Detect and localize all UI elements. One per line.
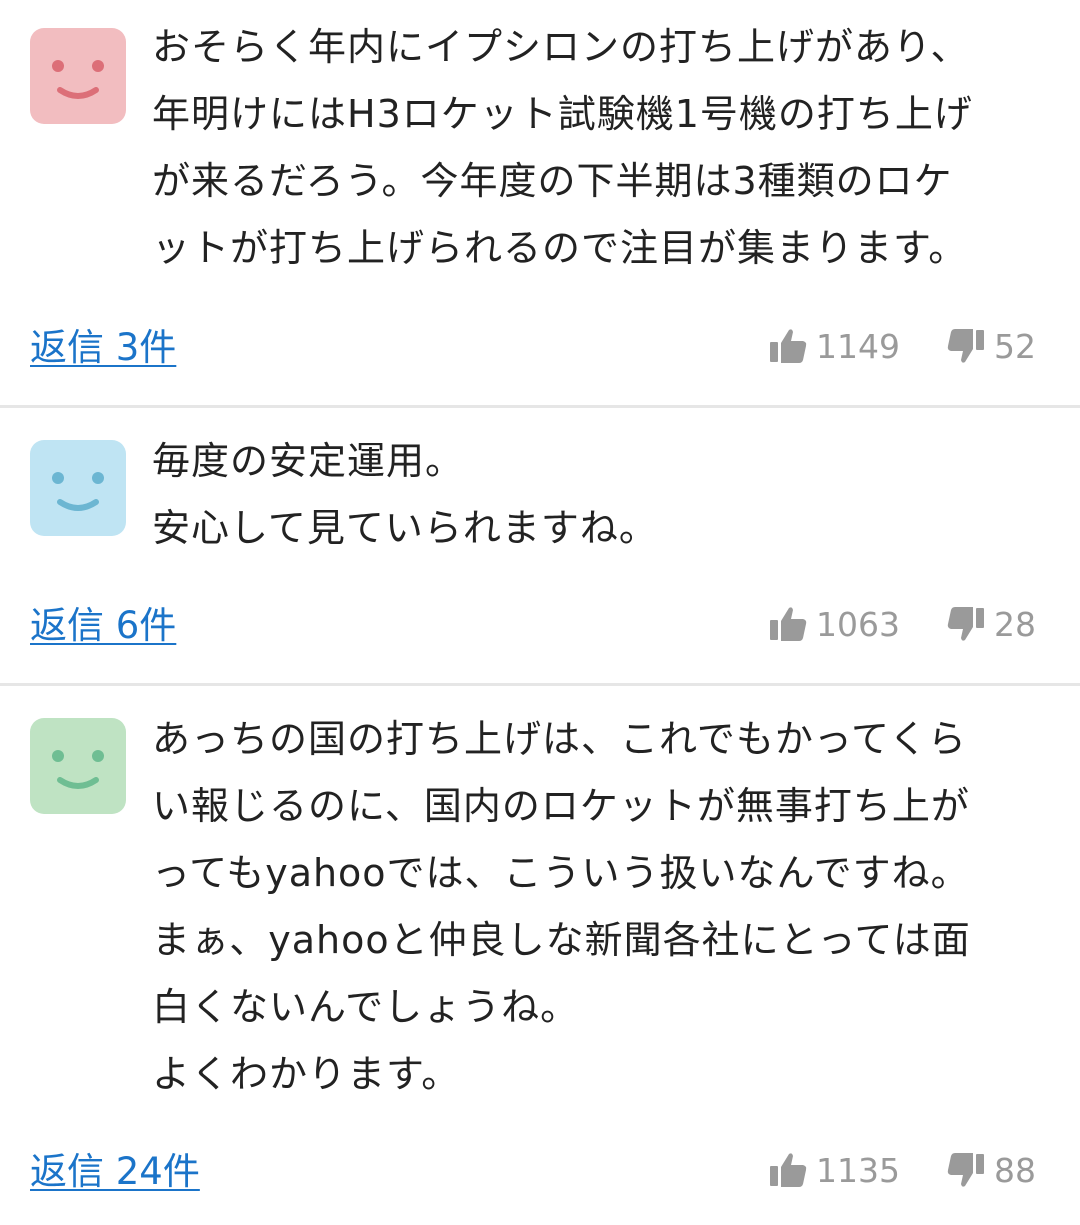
dislike-count: 28 <box>994 604 1036 644</box>
dislike-count: 52 <box>994 326 1036 366</box>
avatar[interactable] <box>30 718 126 814</box>
comment-line: い報じるのに、国内のロケットが無事打ち上が <box>152 784 970 828</box>
comment-line: 年明けにはH3ロケット試験機1号機の打ち上げ <box>152 92 973 136</box>
comment-line: ットが打ち上げられるので注目が集まります。 <box>152 226 968 270</box>
comment-item: あっちの国の打ち上げは、これでもかってくら い報じるのに、国内のロケットが無事打… <box>0 686 1080 1225</box>
comment-body: おそらく年内にイプシロンの打ち上げがあり、 年明けにはH3ロケット試験機1号機の… <box>152 14 1050 282</box>
avatar[interactable] <box>30 28 126 124</box>
comment-body: 毎度の安定運用。 安心して見ていられますね。 <box>152 428 1050 562</box>
comment-line: あっちの国の打ち上げは、これでもかってくら <box>152 717 967 761</box>
thumbs-down-icon <box>947 329 984 363</box>
like-button[interactable]: 1135 <box>768 1150 900 1190</box>
like-button[interactable]: 1063 <box>768 604 900 644</box>
comment-item: おそらく年内にイプシロンの打ち上げがあり、 年明けにはH3ロケット試験機1号機の… <box>0 0 1080 408</box>
dislike-button[interactable]: 52 <box>946 326 1036 366</box>
like-count: 1149 <box>816 326 900 366</box>
thumbs-up-icon <box>770 1153 807 1187</box>
dislike-button[interactable]: 88 <box>946 1150 1036 1190</box>
comment-line: おそらく年内にイプシロンの打ち上げがあり、 <box>152 25 970 69</box>
avatar[interactable] <box>30 440 126 536</box>
thumbs-up-icon <box>770 329 807 363</box>
like-count: 1063 <box>816 604 900 644</box>
comment-line: よくわかります。 <box>152 1052 461 1096</box>
comment-line: ってもyahooでは、こういう扱いなんですね。 <box>152 851 970 895</box>
dislike-button[interactable]: 28 <box>946 604 1036 644</box>
like-button[interactable]: 1149 <box>768 326 900 366</box>
reply-link[interactable]: 返信 6件 <box>30 604 176 648</box>
like-count: 1135 <box>816 1150 900 1190</box>
smiley-face-icon <box>52 60 104 99</box>
smiley-face-icon <box>52 750 104 789</box>
thumbs-up-icon <box>770 607 807 641</box>
reply-link[interactable]: 返信 24件 <box>30 1150 200 1194</box>
comment-line: 白くないんでしょうね。 <box>152 985 580 1029</box>
smiley-face-icon <box>52 472 104 511</box>
comment-line: 毎度の安定運用。 <box>152 439 465 483</box>
comment-item: 毎度の安定運用。 安心して見ていられますね。 返信 6件 1063 28 <box>0 408 1080 686</box>
comment-body: あっちの国の打ち上げは、これでもかってくら い報じるのに、国内のロケットが無事打… <box>152 706 1050 1108</box>
comment-line: 安心して見ていられますね。 <box>152 506 658 550</box>
comment-line: が来るだろう。今年度の下半期は3種類のロケ <box>152 159 953 203</box>
dislike-count: 88 <box>994 1150 1036 1190</box>
comment-line: まぁ、yahooと仲良しな新聞各社にとっては面 <box>152 918 971 962</box>
thumbs-down-icon <box>947 607 984 641</box>
thumbs-down-icon <box>947 1153 984 1187</box>
reply-link[interactable]: 返信 3件 <box>30 326 176 370</box>
